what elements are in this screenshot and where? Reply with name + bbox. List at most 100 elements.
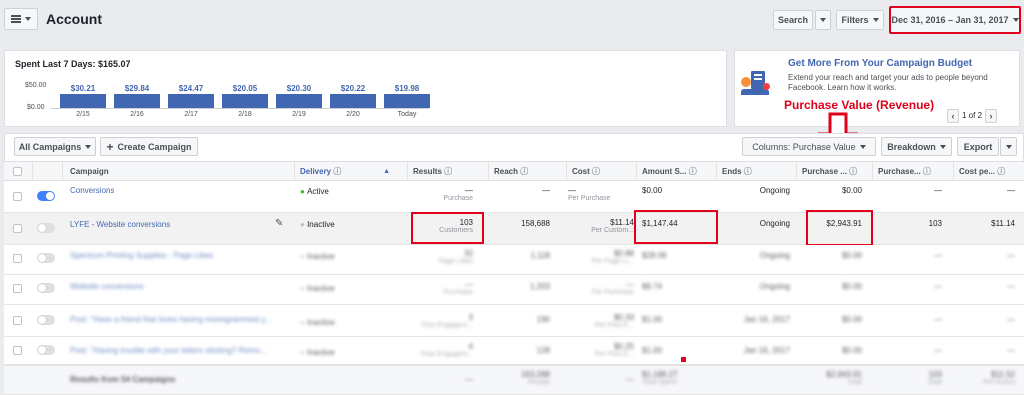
purchases-cell: —	[934, 251, 942, 260]
bar-value-label: $20.22	[340, 84, 366, 93]
campaign-toggle[interactable]	[37, 253, 55, 263]
delivery-status: ● Active	[300, 187, 329, 196]
view-menu-button[interactable]	[4, 8, 38, 30]
delivery-status: ● Inactive	[300, 252, 335, 261]
bar-value-label: $19.98	[394, 84, 420, 93]
page-title: Account	[46, 11, 102, 27]
info-icon: ⓘ	[922, 166, 931, 176]
info-icon: ⓘ	[849, 166, 858, 176]
col-amount-spent[interactable]: Amount S... ⓘ	[638, 162, 715, 180]
all-campaigns-dropdown[interactable]: All Campaigns	[14, 137, 96, 156]
amount-spent-highlight	[634, 210, 718, 244]
ends-cell: Ongoing	[759, 219, 790, 228]
campaign-toggle[interactable]	[37, 191, 55, 201]
campaign-toggle[interactable]	[37, 345, 55, 355]
results-cell: — Purchase	[443, 280, 473, 296]
col-purchases[interactable]: Purchase... ⓘ	[874, 162, 952, 180]
campaign-name-link[interactable]: Conversions	[70, 186, 114, 195]
spend-bar[interactable]	[384, 94, 430, 108]
row-checkbox[interactable]	[13, 284, 22, 293]
promo-title[interactable]: Get More From Your Campaign Budget	[788, 58, 972, 69]
campaign-toggle[interactable]	[37, 283, 55, 293]
spend-bar[interactable]	[60, 94, 106, 108]
spend-title: Spent Last 7 Days: $165.07	[15, 59, 131, 69]
campaign-name-link[interactable]: Website conversions	[70, 282, 144, 291]
bar-date-label: 2/20	[346, 111, 360, 118]
chevron-left-icon[interactable]: ‹	[947, 108, 959, 123]
purchases-cell: —	[934, 282, 942, 291]
search-dropdown-button[interactable]	[815, 10, 831, 30]
columns-dropdown[interactable]: Columns: Purchase Value	[742, 137, 876, 156]
create-campaign-button[interactable]: + Create Campaign	[100, 137, 198, 156]
spend-bar[interactable]	[276, 94, 322, 108]
table-row[interactable]	[4, 245, 1024, 275]
cost-cell: — Per Purchase	[568, 186, 611, 202]
spend-bar[interactable]	[222, 94, 268, 108]
search-button[interactable]: Search	[773, 10, 813, 30]
row-checkbox[interactable]	[13, 346, 22, 355]
campaign-name-link[interactable]: LYFE - Website conversions	[70, 220, 170, 229]
campaign-toggle[interactable]	[37, 315, 55, 325]
delivery-status: ● Inactive	[300, 220, 335, 229]
sort-up-icon: ▲	[383, 167, 390, 175]
col-cost-per-purchase[interactable]: Cost pe... ⓘ	[955, 162, 1021, 180]
columns-label: Columns: Purchase Value	[752, 141, 856, 152]
cost-cell: $0.33 Per Post E...	[594, 313, 634, 329]
col-delivery[interactable]: Delivery ⓘ ▲	[296, 162, 406, 180]
promo-panel: Get More From Your Campaign Budget Exten…	[734, 50, 1020, 127]
purchase-value-cell: $0.00	[841, 251, 862, 260]
col-reach[interactable]: Reach ⓘ	[490, 162, 565, 180]
results-cell: 4 Post Engagem...	[421, 342, 473, 358]
export-label: Export	[963, 141, 993, 152]
export-button[interactable]: Export	[957, 137, 999, 156]
campaign-name-link[interactable]: Post: "Having trouble with your letters …	[70, 346, 267, 355]
status-dot-icon: ●	[300, 220, 305, 229]
campaign-name-link[interactable]: Spectrum Printing Supplies - Page Likes	[70, 251, 213, 260]
purchase-value-cell: $0.00	[841, 346, 862, 355]
cost-per-purchase-cell: —	[1007, 282, 1015, 291]
chevron-down-icon	[85, 144, 92, 149]
chevron-right-icon[interactable]: ›	[985, 108, 998, 123]
row-checkbox[interactable]	[13, 316, 22, 325]
bar-value-label: $30.21	[70, 84, 96, 93]
select-all-checkbox[interactable]	[13, 167, 22, 176]
chevron-down-icon	[820, 18, 826, 22]
col-results[interactable]: Results ⓘ	[409, 162, 487, 180]
cost-per-purchase-cell: —	[1007, 346, 1015, 355]
row-checkbox[interactable]	[13, 254, 22, 263]
spend-bar[interactable]	[330, 94, 376, 108]
purchase-value-cell: $0.00	[841, 186, 862, 195]
breakdown-dropdown[interactable]: Breakdown	[881, 137, 952, 156]
campaign-toggle[interactable]	[37, 223, 55, 233]
list-icon	[11, 15, 21, 23]
col-campaign[interactable]: Campaign	[66, 162, 292, 180]
totals-results: —	[465, 375, 473, 384]
spend-bar[interactable]	[114, 94, 160, 108]
amount-spent-cell: $1.00	[642, 315, 663, 324]
info-icon: ⓘ	[688, 166, 697, 176]
campaign-name-link[interactable]: Post: "Have a friend that loves having m…	[70, 315, 271, 324]
purchase-value-cell: $0.00	[841, 315, 862, 324]
status-dot-icon: ●	[300, 187, 305, 196]
bar-date-label: 2/16	[130, 111, 144, 118]
export-dropdown-button[interactable]	[1000, 137, 1017, 156]
filters-button[interactable]: Filters	[836, 10, 884, 30]
search-label: Search	[777, 15, 809, 25]
col-ends[interactable]: Ends ⓘ	[718, 162, 795, 180]
amount-spent-cell: $8.74	[642, 282, 663, 291]
col-cost[interactable]: Cost ⓘ	[568, 162, 635, 180]
reach-cell: 1,118	[530, 251, 550, 260]
totals-amount: $1,186.27 Total Spent	[642, 370, 678, 386]
edit-icon[interactable]: ✎	[275, 218, 283, 229]
date-range-picker[interactable]: Dec 31, 2016 – Jan 31, 2017	[889, 6, 1021, 34]
col-purchase-value[interactable]: Purchase ... ⓘ	[798, 162, 871, 180]
amount-spent-cell: $28.09	[642, 251, 667, 260]
spend-bar[interactable]	[168, 94, 214, 108]
row-checkbox[interactable]	[13, 192, 22, 201]
purchase-value-cell: $0.00	[841, 282, 862, 291]
ends-cell: Ongoing	[759, 186, 790, 195]
bar-value-label: $20.30	[286, 84, 312, 93]
row-checkbox[interactable]	[13, 224, 22, 233]
info-icon: ⓘ	[520, 166, 529, 176]
results-cell: — Purchase	[443, 186, 473, 202]
